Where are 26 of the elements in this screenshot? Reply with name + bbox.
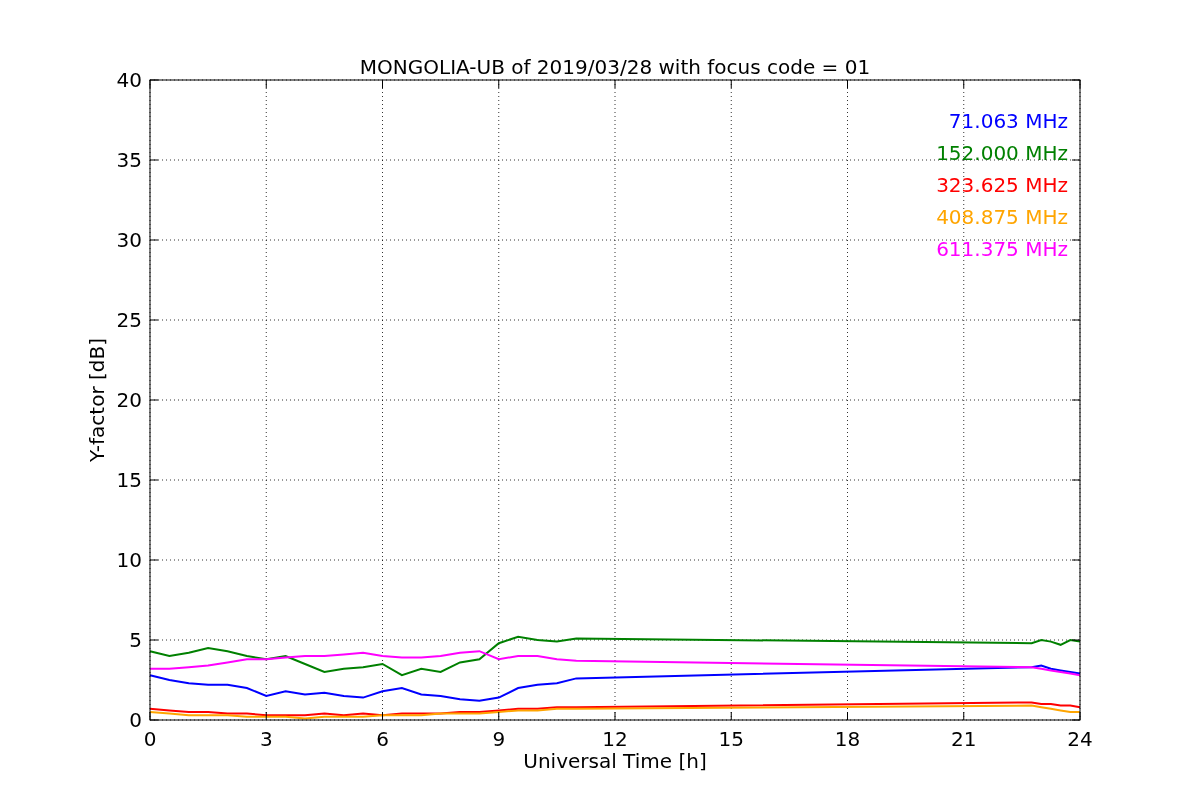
- tick-label: 15: [718, 727, 744, 751]
- tick-label: 30: [116, 228, 142, 252]
- tick-label: 25: [116, 308, 142, 332]
- tick-label: 20: [116, 388, 142, 412]
- tick-label: 21: [951, 727, 977, 751]
- chart-title: MONGOLIA-UB of 2019/03/28 with focus code = 01: [359, 55, 871, 79]
- tick-label: 6: [376, 727, 389, 751]
- legend-label: 611.375 MHz: [936, 237, 1068, 261]
- legend-label: 323.625 MHz: [936, 173, 1068, 197]
- tick-label: 10: [116, 548, 142, 572]
- legend-label: 152.000 MHz: [936, 141, 1068, 165]
- tick-label: 0: [143, 727, 157, 751]
- tick-label: 5: [129, 628, 142, 652]
- axis-label: Universal Time [h]: [523, 749, 707, 773]
- tick-label: 15: [116, 468, 142, 492]
- tick-label: 0: [129, 708, 142, 732]
- tick-label: 3: [259, 727, 273, 751]
- tick-label: 18: [834, 727, 861, 751]
- tick-label: 40: [116, 68, 142, 92]
- tick-label: 35: [116, 148, 142, 172]
- axis-label: Y-factor [dB]: [85, 338, 109, 462]
- tick-label: 9: [492, 727, 506, 751]
- tick-label: 12: [602, 727, 628, 751]
- legend-label: 71.063 MHz: [948, 109, 1068, 133]
- tick-label: 24: [1067, 727, 1093, 751]
- legend-label: 408.875 MHz: [936, 205, 1068, 229]
